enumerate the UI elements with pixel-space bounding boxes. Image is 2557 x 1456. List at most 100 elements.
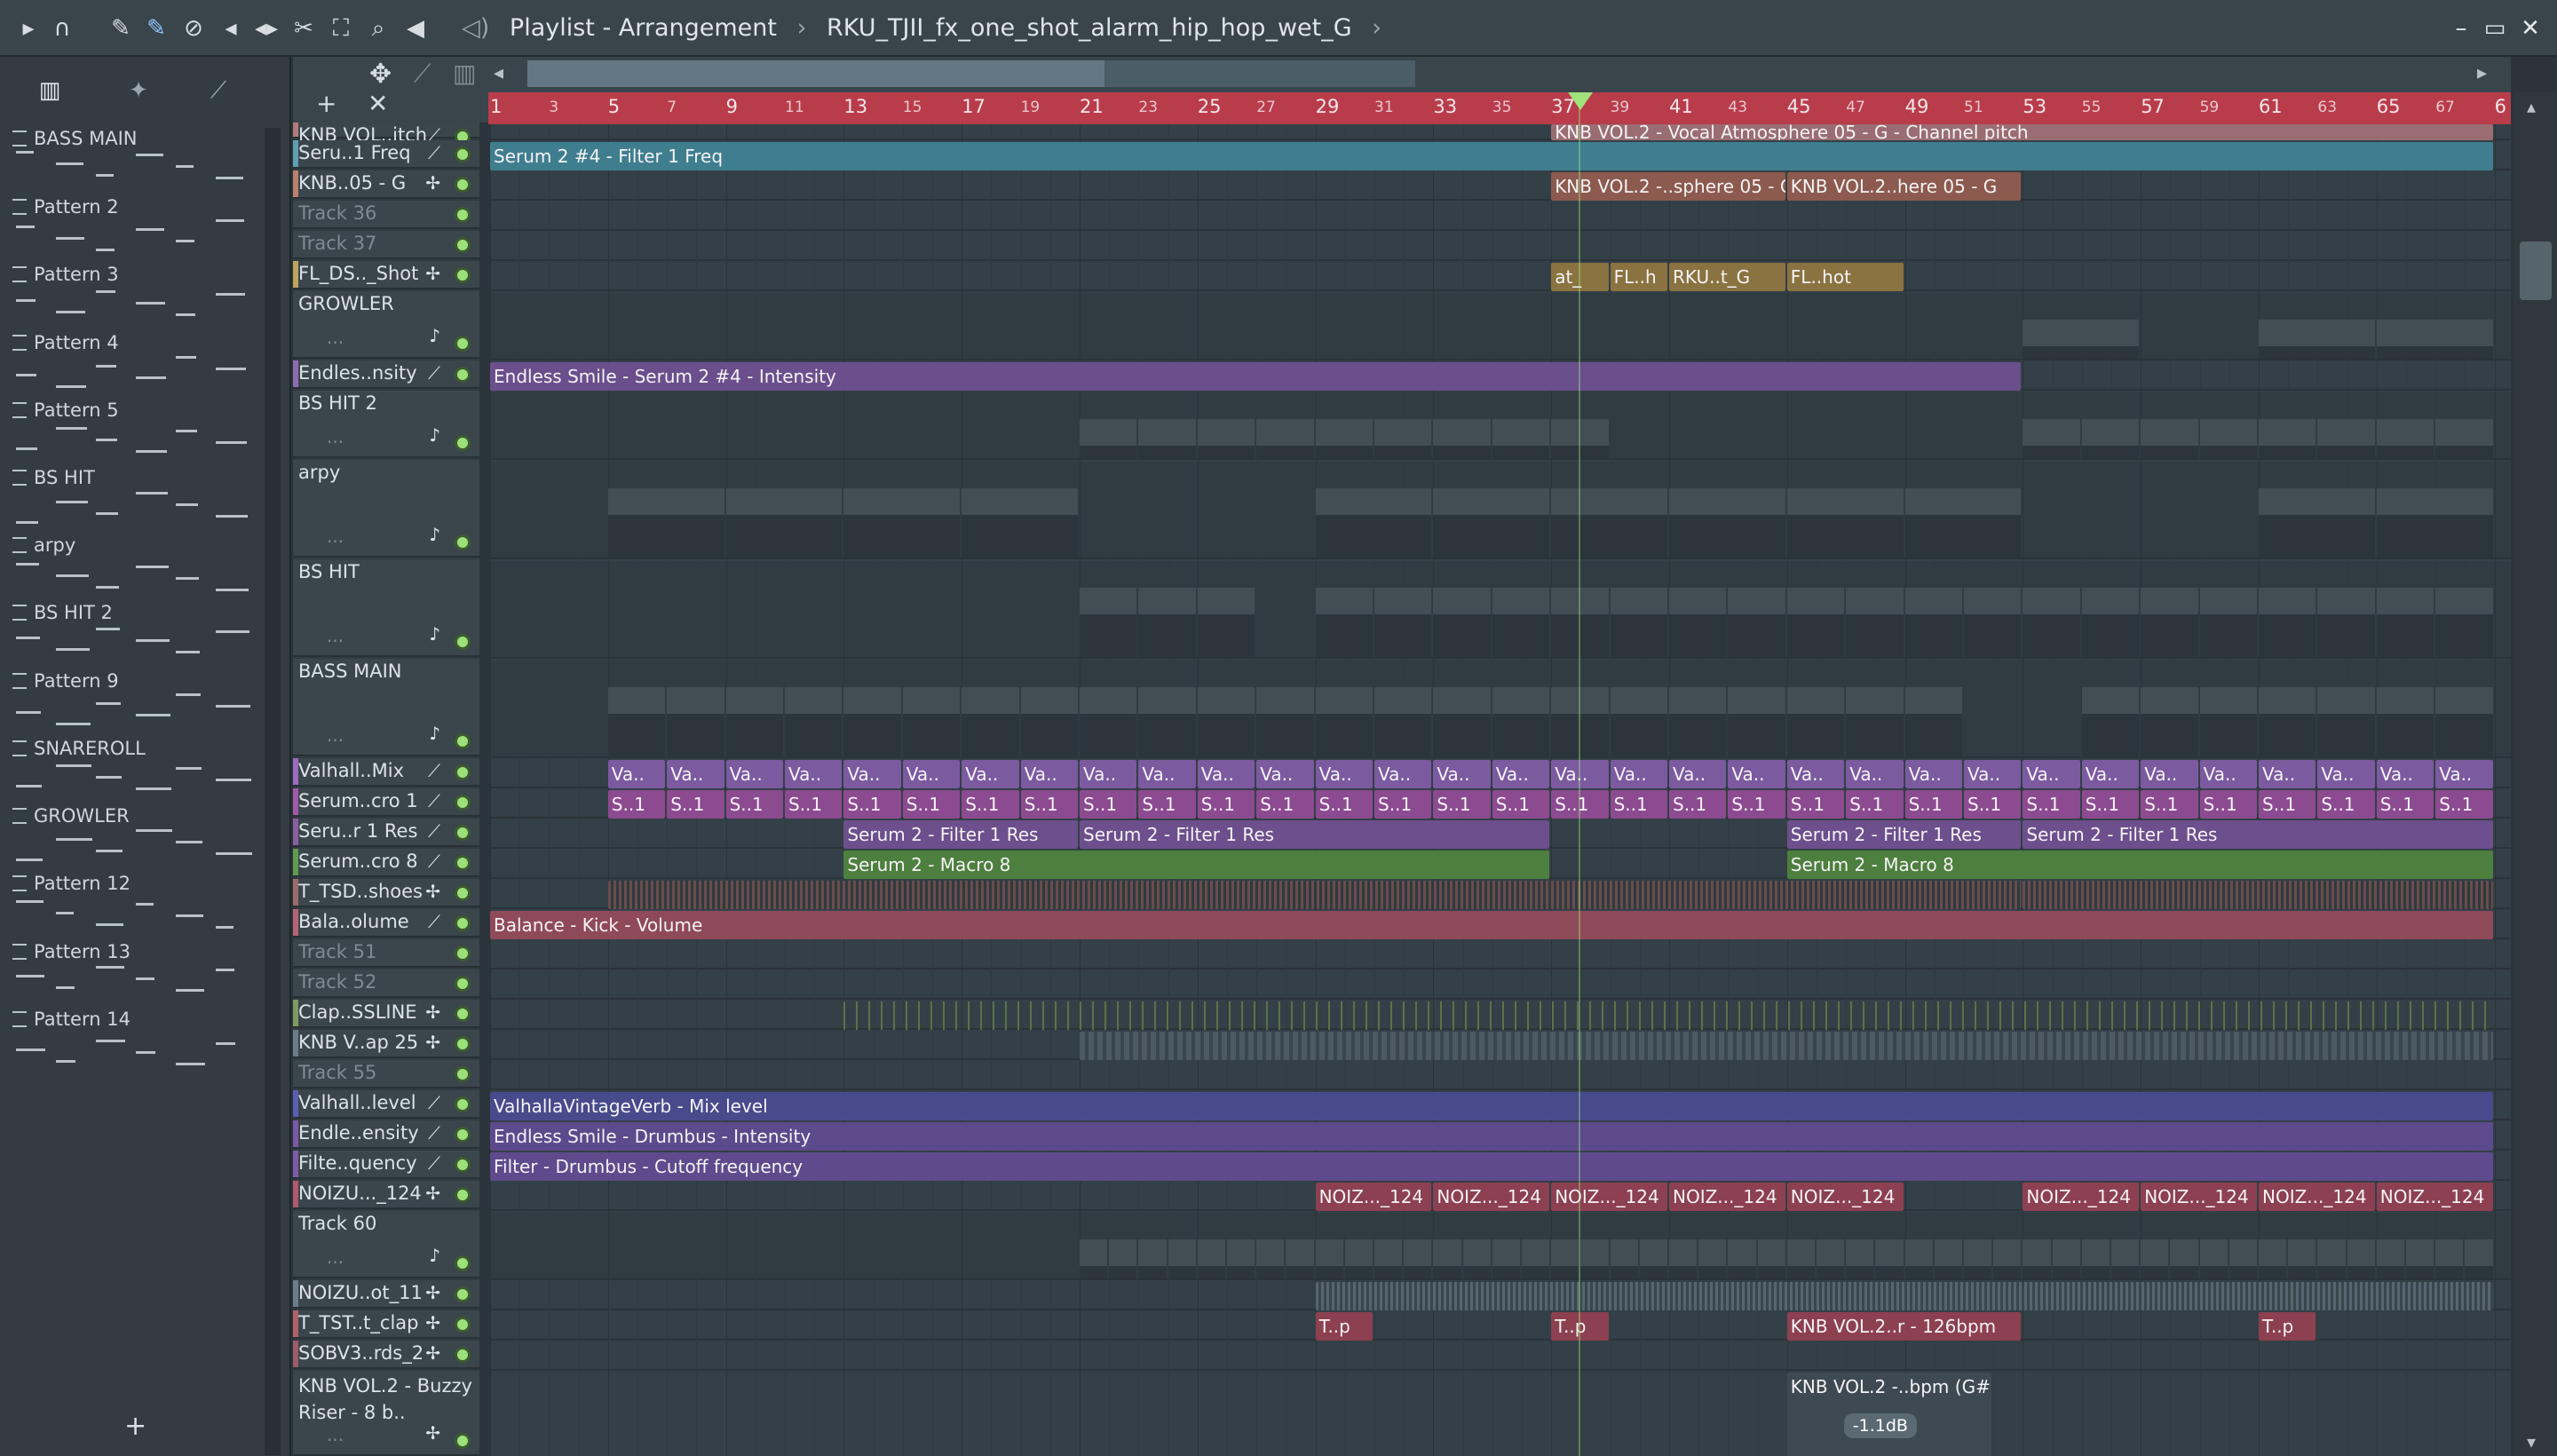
va-clip[interactable]: Va.. xyxy=(902,760,961,788)
track60-pattern-clip[interactable] xyxy=(2023,1239,2051,1278)
speaker-icon[interactable]: ◁) xyxy=(462,14,489,42)
bassmain-pattern-clip[interactable]: B..N xyxy=(725,687,783,756)
track60-pattern-clip[interactable] xyxy=(1462,1239,1491,1278)
s1-clip[interactable]: S..1 xyxy=(607,790,666,819)
knbbpm-clip[interactable]: KNB VOL.2 -..bpm (G#) -1.1dB xyxy=(1786,1373,1992,1456)
va-clip[interactable]: Va.. xyxy=(1197,760,1255,788)
arpy-pattern-clip[interactable]: arpy xyxy=(1786,488,1904,558)
bassmain-pattern-clip[interactable]: B..N xyxy=(1433,687,1491,756)
bshit2-pattern-clip[interactable] xyxy=(2199,419,2257,458)
time-ruler[interactable]: 1 3 5 7 9 11 13 15 17 19 21 23 25 27 29 31 33 35 37 39 41 43 4… xyxy=(488,92,2511,124)
track-mute-led[interactable] xyxy=(455,237,471,253)
track-mute-led[interactable] xyxy=(455,1036,471,1052)
track60-pattern-clip[interactable] xyxy=(1433,1239,1461,1278)
s1-clip[interactable]: S..1 xyxy=(1610,790,1667,819)
bar-number[interactable]: 61 xyxy=(2259,96,2283,117)
track-mute-led[interactable] xyxy=(455,946,471,961)
bar-number[interactable]: 15 xyxy=(903,99,922,116)
track60-pattern-clip[interactable] xyxy=(1522,1239,1550,1278)
bassmain-pattern-clip[interactable]: B..N xyxy=(607,687,666,756)
track-mute-led[interactable] xyxy=(455,976,471,992)
track-header[interactable]: BS HIT ♪... xyxy=(293,559,479,657)
track-mute-led[interactable] xyxy=(455,534,471,550)
track-lane[interactable] xyxy=(490,293,2511,360)
va-clip[interactable]: Va.. xyxy=(2199,760,2257,788)
pattern-item[interactable]: Pattern 2 xyxy=(12,196,252,264)
bar-number[interactable]: 9 xyxy=(726,96,738,117)
va-clip[interactable]: Va.. xyxy=(2023,760,2080,788)
bar-number[interactable]: 67 xyxy=(2435,99,2455,116)
track60-pattern-clip[interactable] xyxy=(1551,1239,1579,1278)
s1-clip[interactable]: S..1 xyxy=(1846,790,1904,819)
arpy-pattern-clip[interactable]: arpy xyxy=(1551,488,1667,558)
track60-pattern-clip[interactable] xyxy=(2406,1239,2434,1278)
va-clip[interactable]: Va.. xyxy=(2317,760,2375,788)
track-mute-led[interactable] xyxy=(455,795,471,811)
track-menu-dots[interactable]: ... xyxy=(327,327,344,348)
bassmain-pattern-clip[interactable]: B..N xyxy=(1020,687,1078,756)
bassmain-pattern-clip[interactable]: B..N xyxy=(962,687,1019,756)
track60-pattern-clip[interactable] xyxy=(2317,1239,2346,1278)
bassmain-pattern-clip[interactable]: B..N xyxy=(2199,687,2257,756)
s1-clip[interactable]: S..1 xyxy=(843,790,901,819)
s1-clip[interactable]: S..1 xyxy=(2023,790,2080,819)
track60-pattern-clip[interactable] xyxy=(1610,1239,1638,1278)
va-clip[interactable]: Va.. xyxy=(725,760,783,788)
grid-icon[interactable]: ▥ xyxy=(453,59,476,88)
bshit-pattern-clip[interactable]: B..T xyxy=(2141,588,2198,657)
s1-clip[interactable]: S..1 xyxy=(1197,790,1255,819)
track60-pattern-clip[interactable] xyxy=(1286,1239,1314,1278)
track60-pattern-clip[interactable] xyxy=(2376,1239,2404,1278)
bar-number[interactable]: 5 xyxy=(608,96,620,117)
noiz-clip[interactable]: NOIZ..._124 xyxy=(1786,1183,1904,1211)
bassmain-pattern-clip[interactable]: B..N xyxy=(1315,687,1373,756)
bar-number[interactable]: 63 xyxy=(2317,99,2337,116)
track-mute-led[interactable] xyxy=(455,1433,471,1449)
bshit2-pattern-clip[interactable] xyxy=(1256,419,1314,458)
track60-pattern-clip[interactable] xyxy=(1374,1239,1403,1278)
va-clip[interactable]: Va.. xyxy=(2435,760,2493,788)
bshit-pattern-clip[interactable]: B..T xyxy=(2317,588,2375,657)
bshit-pattern-clip[interactable]: B..T xyxy=(1138,588,1196,657)
s1-clip[interactable]: S..1 xyxy=(1315,790,1373,819)
pattern-item[interactable]: SNAREROLL xyxy=(12,738,252,805)
s1-clip[interactable]: S..1 xyxy=(785,790,843,819)
track-mute-led[interactable] xyxy=(455,885,471,901)
track60-pattern-clip[interactable] xyxy=(2259,1239,2287,1278)
bshit2-pattern-clip[interactable] xyxy=(1080,419,1137,458)
track-mute-led[interactable] xyxy=(455,367,471,383)
bassmain-pattern-clip[interactable]: B..N xyxy=(1846,687,1904,756)
track60-pattern-clip[interactable] xyxy=(2228,1239,2257,1278)
track60-pattern-clip[interactable] xyxy=(1875,1239,1904,1278)
vertical-scrollbar[interactable]: ▴ ▾ xyxy=(2514,92,2557,1456)
bar-number[interactable]: 29 xyxy=(1316,96,1340,117)
res-clip[interactable]: Serum 2 - Filter 1 Res xyxy=(2023,820,2493,849)
clap-clip[interactable] xyxy=(843,1001,2493,1030)
bar-number[interactable]: 23 xyxy=(1138,99,1158,116)
track-header[interactable]: T_TSD..shoes ✢ xyxy=(293,879,479,907)
s1-clip[interactable]: S..1 xyxy=(725,790,783,819)
knb-b-clip[interactable]: KNB VOL.2..here 05 - G xyxy=(1786,172,2022,201)
track-mute-led[interactable] xyxy=(455,1286,471,1302)
track-mute-led[interactable] xyxy=(455,435,471,451)
track60-pattern-clip[interactable] xyxy=(1256,1239,1285,1278)
bar-number[interactable]: 13 xyxy=(843,96,867,117)
bar-number[interactable]: 49 xyxy=(1905,96,1929,117)
knbclap-clip[interactable] xyxy=(1080,1032,2493,1060)
growler-pattern-clip[interactable]: GROWLER xyxy=(2259,320,2375,359)
pattern-item[interactable]: Pattern 12 xyxy=(12,873,252,940)
track-header[interactable]: Track 36 xyxy=(293,201,479,229)
menu-arrow-icon[interactable]: ▸ xyxy=(12,12,44,44)
noiz-clip[interactable]: NOIZ..._124 xyxy=(1315,1183,1432,1211)
res-clip[interactable]: Serum 2 - Filter 1 Res xyxy=(1080,820,1550,849)
s1-clip[interactable]: S..1 xyxy=(902,790,961,819)
bshit2-pattern-clip[interactable] xyxy=(1492,419,1550,458)
s1-clip[interactable]: S..1 xyxy=(2435,790,2493,819)
bar-number[interactable]: 39 xyxy=(1611,99,1630,116)
track-lane[interactable] xyxy=(490,263,2511,291)
maximize-icon[interactable]: ▭ xyxy=(2477,12,2513,44)
playback-icon[interactable]: ◀ xyxy=(400,12,431,44)
track-lane[interactable] xyxy=(490,202,2511,231)
va-clip[interactable]: Va.. xyxy=(2081,760,2140,788)
s1-clip[interactable]: S..1 xyxy=(1904,790,1962,819)
